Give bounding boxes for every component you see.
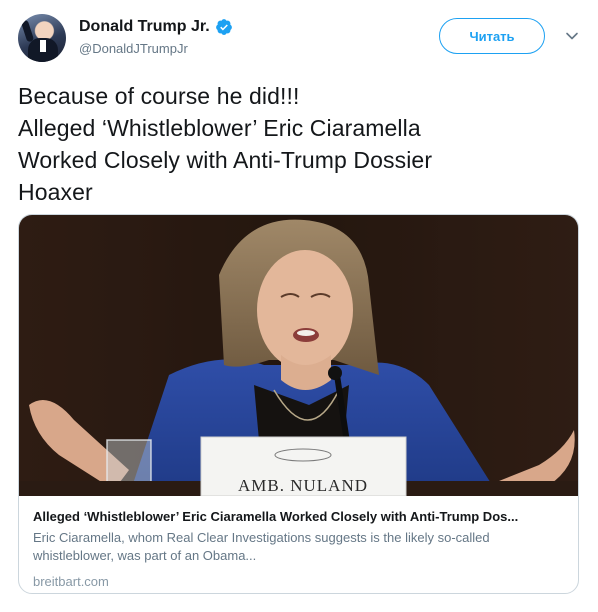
follow-button[interactable]: Читать xyxy=(439,18,545,54)
card-description-line: whistleblower, was part of an Obama... xyxy=(33,548,257,563)
card-title[interactable]: Alleged ‘Whistleblower’ Eric Ciaramella … xyxy=(33,508,565,526)
tweet-text-line: Because of course he did!!! xyxy=(18,83,300,109)
avatar[interactable] xyxy=(18,14,66,62)
author-info[interactable]: Donald Trump Jr. @DonaldJTrumpJr xyxy=(79,17,233,58)
card-description: Eric Ciaramella, whom Real Clear Investi… xyxy=(33,529,565,565)
author-display-name[interactable]: Donald Trump Jr. xyxy=(79,17,210,37)
chevron-down-icon[interactable] xyxy=(565,29,579,43)
tweet-text-line: Worked Closely with Anti-Trump Dossier xyxy=(18,147,433,173)
card-body[interactable]: Alleged ‘Whistleblower’ Eric Ciaramella … xyxy=(33,508,565,591)
card-image[interactable]: AMB. NULAND xyxy=(19,215,579,496)
card-description-line: Eric Ciaramella, whom Real Clear Investi… xyxy=(33,530,490,545)
card-domain: breitbart.com xyxy=(33,574,109,589)
tweet-text-line: Alleged ‘Whistleblower’ Eric Ciaramella xyxy=(18,115,421,141)
tweet-text-line: Hoaxer xyxy=(18,179,93,205)
verified-badge-icon xyxy=(215,19,232,35)
tweet-header: Donald Trump Jr. @DonaldJTrumpJr Читать xyxy=(18,14,580,64)
link-card[interactable]: AMB. NULAND Alleged ‘Whistleblower’ Eric… xyxy=(18,214,579,594)
tweet-text: Because of course he did!!! Alleged ‘Whi… xyxy=(18,80,578,208)
author-handle[interactable]: @DonaldJTrumpJr xyxy=(79,40,233,58)
card-image-placard-text: AMB. NULAND xyxy=(238,476,368,495)
